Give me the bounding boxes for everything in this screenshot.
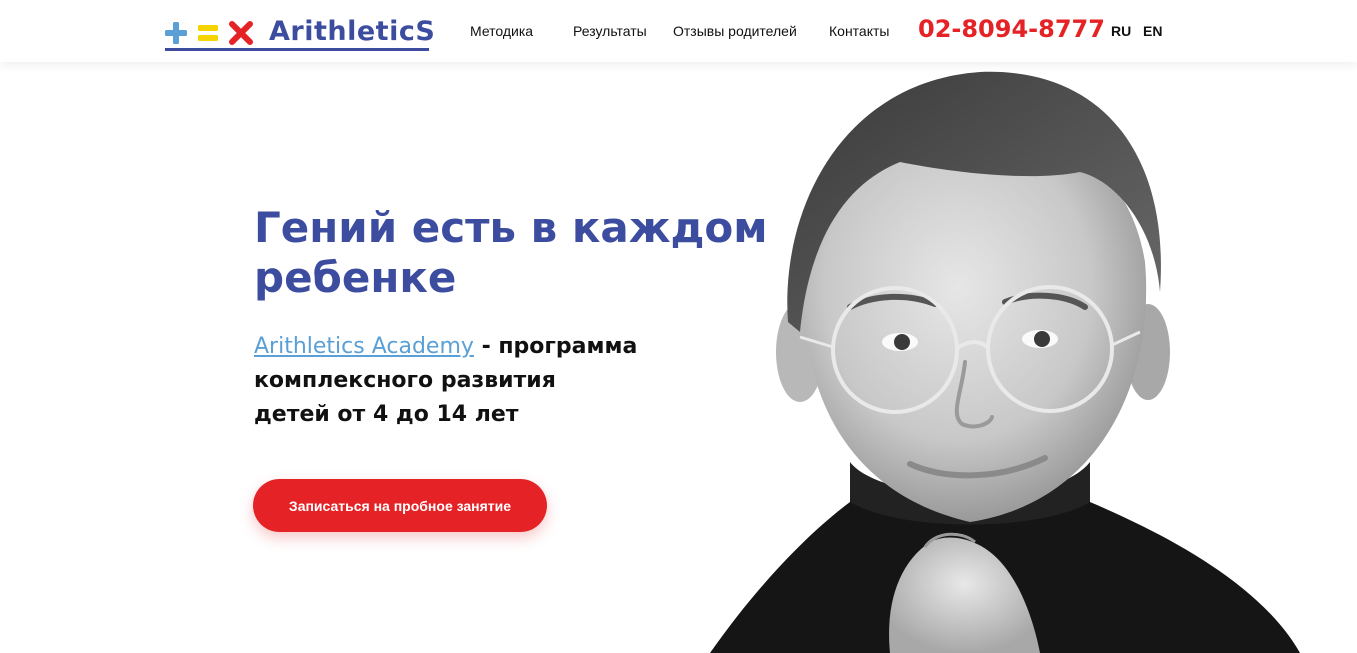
hero-title-line2: ребенке [254,253,457,302]
nav-item-parent-reviews[interactable]: Отзывы родителей [673,23,797,39]
phone-link[interactable]: 02-8094-8777 [918,15,1105,43]
equals-icon [198,25,218,41]
nav-item-methodology[interactable]: Методика [470,23,533,39]
logo[interactable]: ArithleticS [165,16,435,52]
child-portrait-image [710,71,1300,653]
times-icon [229,21,253,45]
trial-lesson-button[interactable]: Записаться на пробное занятие [253,479,547,532]
hero-desc-line3: детей от 4 до 14 лет [254,402,519,427]
academy-link[interactable]: Arithletics Academy [254,334,474,359]
logo-wordmark: ArithleticS [269,16,436,47]
hero-title: Гений есть в каждом ребенке [254,203,774,303]
logo-underline [165,48,429,51]
hero-title-line1: Гений есть в каждом [254,203,768,252]
hero-child-photo [700,62,1357,653]
hero-desc-line2: комплексного развития [254,368,556,393]
nav-item-results[interactable]: Результаты [573,23,647,39]
hero-description: Arithletics Academy - программа комплекс… [254,330,734,432]
nav-item-contacts[interactable]: Контакты [829,23,889,39]
lang-en-button[interactable]: EN [1143,23,1162,39]
plus-icon [165,22,187,44]
lang-ru-button[interactable]: RU [1111,23,1131,39]
hero-desc-line1: - программа [473,334,638,359]
site-header: ArithleticS Методика Результаты Отзывы р… [0,0,1357,62]
